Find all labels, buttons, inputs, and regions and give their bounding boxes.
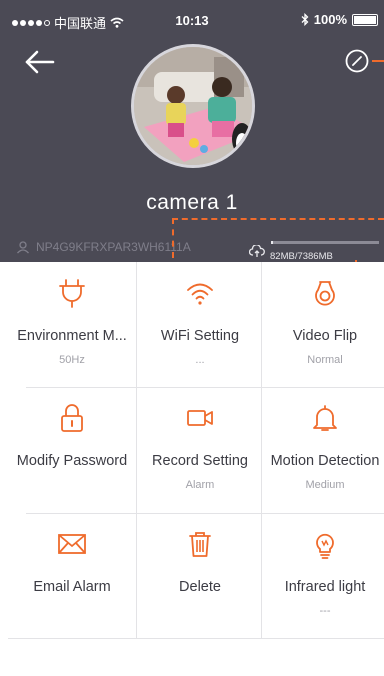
setting-environment-mode[interactable]: Environment M... 50Hz — [8, 262, 136, 387]
device-id-row: NP4G9KFRXPAR3WH6111A — [16, 240, 191, 254]
battery-percent: 100% — [313, 12, 347, 27]
envelope-icon — [58, 534, 86, 554]
camera-header: 中国联通 10:13 100% camera 1 NP4G9KFRXPAR3WH… — [0, 0, 384, 284]
light-bulb-icon — [316, 533, 334, 559]
lock-icon — [61, 404, 83, 432]
setting-value: Alarm — [185, 479, 215, 491]
plug-icon — [59, 279, 85, 308]
setting-video-flip[interactable]: Video Flip Normal — [261, 262, 384, 387]
setting-label: Delete — [179, 579, 221, 595]
annotation-mark — [372, 60, 384, 62]
setting-label: Motion Detection — [270, 453, 380, 469]
setting-value: 50Hz — [59, 354, 85, 366]
setting-delete[interactable]: Delete — [136, 513, 264, 638]
setting-value: ... — [195, 354, 205, 366]
setting-wifi[interactable]: WiFi Setting ... — [136, 262, 264, 387]
device-id: NP4G9KFRXPAR3WH6111A — [36, 240, 191, 254]
setting-value: Medium — [305, 479, 345, 491]
setting-label: Video Flip — [292, 328, 358, 344]
annotation-line — [172, 218, 384, 258]
setting-email-alarm[interactable]: Email Alarm — [8, 513, 136, 638]
video-camera-icon — [187, 410, 213, 426]
setting-value: --- — [319, 605, 331, 617]
edit-icon[interactable] — [344, 48, 370, 74]
camera-snapshot-image — [134, 47, 252, 165]
setting-label: WiFi Setting — [160, 328, 240, 344]
setting-label: Modify Password — [16, 453, 128, 469]
video-flip-icon — [315, 281, 335, 306]
back-arrow-icon[interactable] — [22, 44, 58, 80]
setting-modify-password[interactable]: Modify Password — [8, 387, 136, 512]
setting-label: Record Setting — [152, 453, 248, 469]
camera-name: camera 1 — [146, 191, 238, 214]
status-bar: 中国联通 10:13 100% — [0, 0, 384, 40]
bluetooth-icon — [301, 13, 309, 26]
setting-label: Infrared light — [284, 579, 366, 595]
bell-icon — [313, 405, 337, 431]
setting-label: Email Alarm — [33, 579, 111, 595]
setting-label: Environment M... — [17, 328, 127, 344]
camera-thumbnail[interactable] — [131, 44, 255, 168]
battery-icon — [352, 13, 378, 26]
settings-grid: Environment M... 50Hz WiFi Setting ... V… — [0, 262, 384, 639]
wifi-icon — [187, 283, 213, 305]
trash-icon — [189, 532, 211, 557]
setting-record[interactable]: Record Setting Alarm — [136, 387, 264, 512]
setting-motion-detection[interactable]: Motion Detection Medium — [261, 387, 384, 512]
user-icon — [17, 241, 29, 254]
setting-infrared-light[interactable]: Infrared light --- — [261, 513, 384, 638]
setting-value: Normal — [307, 354, 343, 366]
battery-status: 100% — [301, 12, 378, 27]
